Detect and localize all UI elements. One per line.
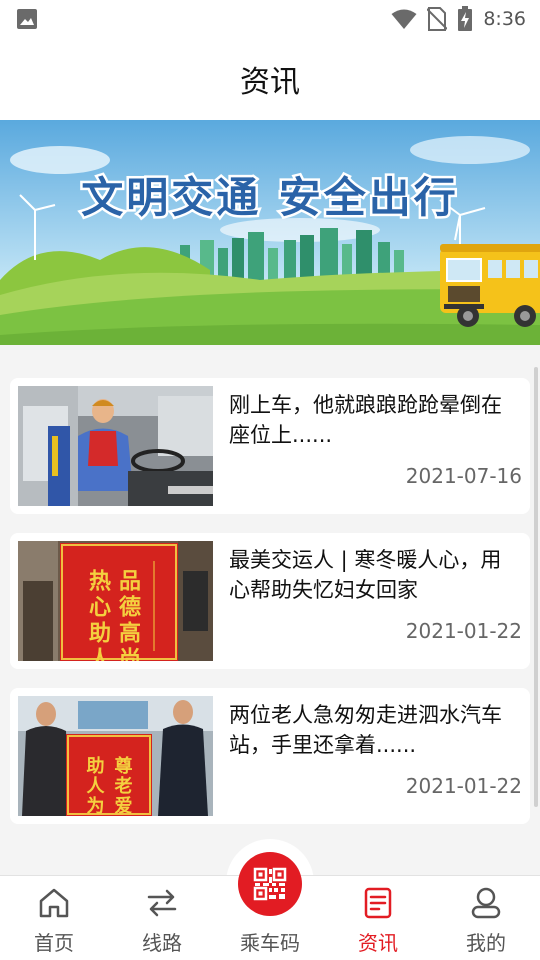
status-bar: 8:36	[0, 0, 540, 38]
red-banner-photo: 品德高尚 热心助人	[18, 541, 213, 661]
wifi-icon	[391, 9, 417, 29]
tab-mine[interactable]: 我的	[432, 876, 540, 960]
banner-text-left: 助人为	[84, 755, 105, 816]
news-card[interactable]: 刚上车，他就踉踉跄跄晕倒在座位上...... 2021-07-16	[10, 378, 530, 514]
banner-illustration: 文明交通 安全出行	[0, 120, 540, 345]
news-title: 最美交运人 | 寒冬暖人心，用心帮助失忆妇女回家	[229, 548, 502, 602]
scrollbar[interactable]	[534, 367, 538, 807]
status-left	[16, 8, 38, 30]
news-title: 两位老人急匆匆走进泗水汽车站，手里还拿着......	[229, 703, 502, 757]
image-icon	[17, 9, 37, 29]
news-thumbnail: 尊老爱 助人为	[18, 696, 213, 816]
news-icon	[364, 887, 392, 919]
tab-label: 资讯	[358, 931, 398, 955]
elderly-with-banner-photo: 尊老爱 助人为	[18, 696, 213, 816]
news-thumbnail	[18, 386, 213, 506]
tab-label: 乘车码	[240, 931, 300, 955]
battery-charging-icon	[458, 6, 473, 31]
tab-label: 线路	[142, 931, 182, 955]
banner-text-right: 品德高尚	[115, 569, 141, 661]
news-thumbnail: 品德高尚 热心助人	[18, 541, 213, 661]
tab-label: 我的	[466, 931, 506, 955]
tab-home[interactable]: 首页	[0, 876, 108, 960]
banner-slogan: 文明交通 安全出行	[81, 173, 459, 222]
qr-code-icon	[253, 867, 287, 901]
news-title: 刚上车，他就踉踉跄跄晕倒在座位上......	[229, 393, 502, 447]
bus-driver-photo	[18, 386, 213, 506]
tab-news[interactable]: 资讯	[324, 876, 432, 960]
route-icon	[147, 889, 177, 917]
banner-text-left: 热心助人	[85, 568, 111, 661]
news-card[interactable]: 品德高尚 热心助人 最美交运人 | 寒冬暖人心，用心帮助失忆妇女回家 2021-…	[10, 533, 530, 669]
banner-text-right: 尊老爱	[112, 755, 133, 816]
status-time: 8:36	[483, 8, 526, 30]
home-icon	[39, 888, 69, 918]
news-card[interactable]: 尊老爱 助人为 两位老人急匆匆走进泗水汽车站，手里还拿着...... 2021-…	[10, 688, 530, 824]
banner[interactable]: 文明交通 安全出行	[0, 120, 540, 345]
news-date: 2021-01-22	[405, 619, 522, 643]
news-date: 2021-01-22	[405, 774, 522, 798]
no-sim-icon	[427, 7, 448, 31]
news-list: 刚上车，他就踉踉跄跄晕倒在座位上...... 2021-07-16 品德高尚 热…	[0, 345, 540, 875]
tab-route[interactable]: 线路	[108, 876, 216, 960]
user-icon	[471, 887, 501, 919]
qr-code-button[interactable]	[238, 852, 302, 916]
status-right: 8:36	[391, 6, 526, 32]
news-date: 2021-07-16	[405, 464, 522, 488]
page-title: 资讯	[240, 65, 300, 100]
tab-label: 首页	[34, 931, 74, 955]
header: 资讯	[0, 38, 540, 120]
